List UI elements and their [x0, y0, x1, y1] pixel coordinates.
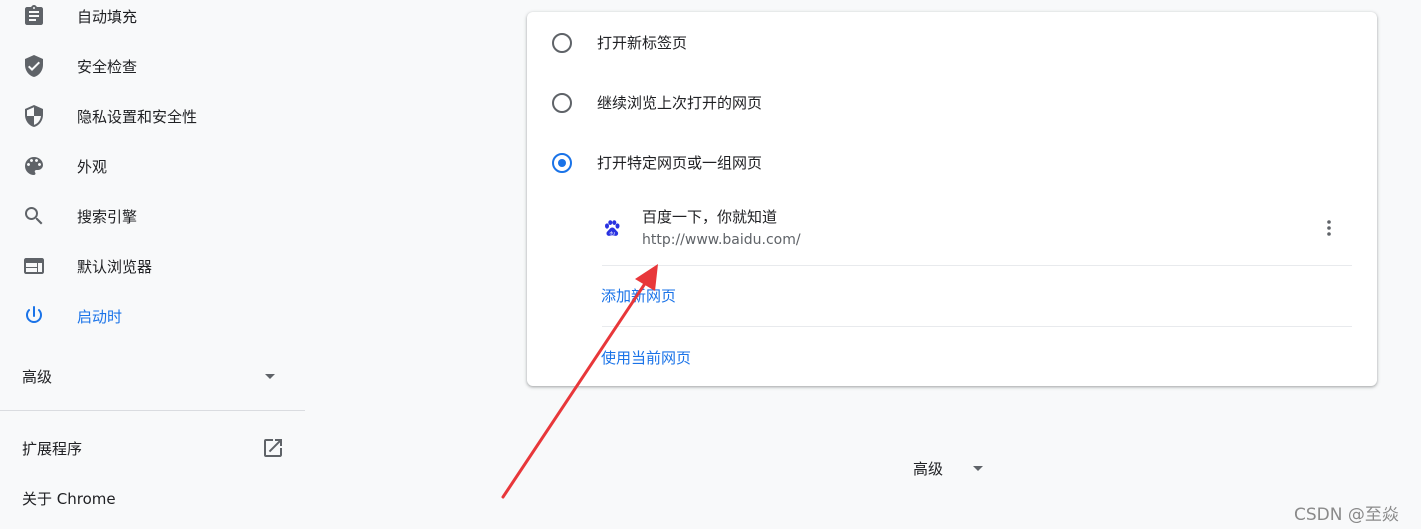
sidebar-extensions-label: 扩展程序: [22, 440, 83, 458]
sidebar-item-appearance[interactable]: 外观: [0, 146, 305, 186]
radio-label: 继续浏览上次打开的网页: [597, 94, 763, 112]
open-in-new-icon: [264, 439, 282, 457]
startup-page-title: 百度一下，你就知道: [642, 208, 778, 226]
svg-text:du: du: [609, 231, 615, 237]
search-icon: [25, 207, 43, 225]
sidebar-advanced-label: 高级: [22, 368, 53, 386]
use-current-pages-link[interactable]: 使用当前网页: [601, 347, 691, 368]
caret-down-icon: [265, 374, 275, 379]
watermark: CSDN @至焱: [1294, 505, 1399, 525]
sidebar-item-label: 默认浏览器: [77, 257, 153, 276]
sidebar-item-privacy[interactable]: 隐私设置和安全性: [0, 96, 305, 136]
radio-label: 打开特定网页或一组网页: [597, 154, 763, 172]
on-startup-card: 打开新标签页 继续浏览上次打开的网页 打开特定网页或一组网页 du 百度一下，你…: [527, 12, 1377, 386]
sidebar-item-label: 隐私设置和安全性: [77, 107, 198, 126]
sidebar-item-default-browser[interactable]: 默认浏览器: [0, 246, 305, 286]
sidebar-about-label: 关于 Chrome: [22, 490, 116, 508]
sidebar-item-autofill[interactable]: 自动填充: [0, 0, 305, 36]
sidebar-item-label: 搜索引擎: [77, 207, 138, 226]
browser-window-icon: [24, 258, 44, 274]
radio-button[interactable]: [552, 93, 572, 113]
shield-half-icon: [25, 105, 43, 127]
sidebar-item-search-engine[interactable]: 搜索引擎: [0, 196, 305, 236]
sidebar-item-about-chrome[interactable]: 关于 Chrome: [0, 478, 305, 518]
advanced-expand-button[interactable]: 高级: [913, 456, 1003, 480]
sidebar-item-label: 启动时: [77, 307, 123, 326]
settings-sidebar: 自动填充 安全检查 隐私设置和安全性 外观 搜索引擎 默认浏览器 启动时 高级 …: [0, 0, 305, 529]
startup-option-new-tab[interactable]: 打开新标签页: [527, 23, 1377, 63]
advanced-label: 高级: [913, 460, 944, 478]
sidebar-item-on-startup[interactable]: 启动时: [0, 296, 305, 336]
sidebar-item-label: 外观: [77, 157, 108, 176]
radio-label: 打开新标签页: [597, 34, 688, 52]
add-new-page-link[interactable]: 添加新网页: [601, 285, 676, 306]
sidebar-item-safety-check[interactable]: 安全检查: [0, 46, 305, 86]
sidebar-item-label: 安全检查: [77, 57, 138, 76]
startup-option-continue[interactable]: 继续浏览上次打开的网页: [527, 83, 1377, 123]
clipboard-icon: [25, 5, 43, 25]
card-divider: [602, 265, 1352, 266]
power-icon: [26, 306, 42, 323]
sidebar-item-label: 自动填充: [77, 7, 138, 26]
palette-icon: [25, 157, 43, 175]
startup-page-url: http://www.baidu.com/: [642, 232, 801, 248]
caret-down-icon: [973, 466, 983, 471]
sidebar-item-extensions[interactable]: 扩展程序: [0, 428, 305, 468]
more-vert-icon[interactable]: [1317, 216, 1341, 240]
sidebar-divider: [0, 410, 305, 411]
card-divider: [602, 326, 1352, 327]
radio-button-checked[interactable]: [552, 153, 572, 173]
startup-page-entry: du 百度一下，你就知道 http://www.baidu.com/: [602, 199, 1352, 265]
baidu-paw-icon: du: [605, 220, 620, 237]
sidebar-advanced-toggle[interactable]: 高级: [0, 356, 305, 396]
startup-option-specific-pages[interactable]: 打开特定网页或一组网页: [527, 143, 1377, 183]
shield-check-icon: [25, 55, 43, 77]
radio-button[interactable]: [552, 33, 572, 53]
